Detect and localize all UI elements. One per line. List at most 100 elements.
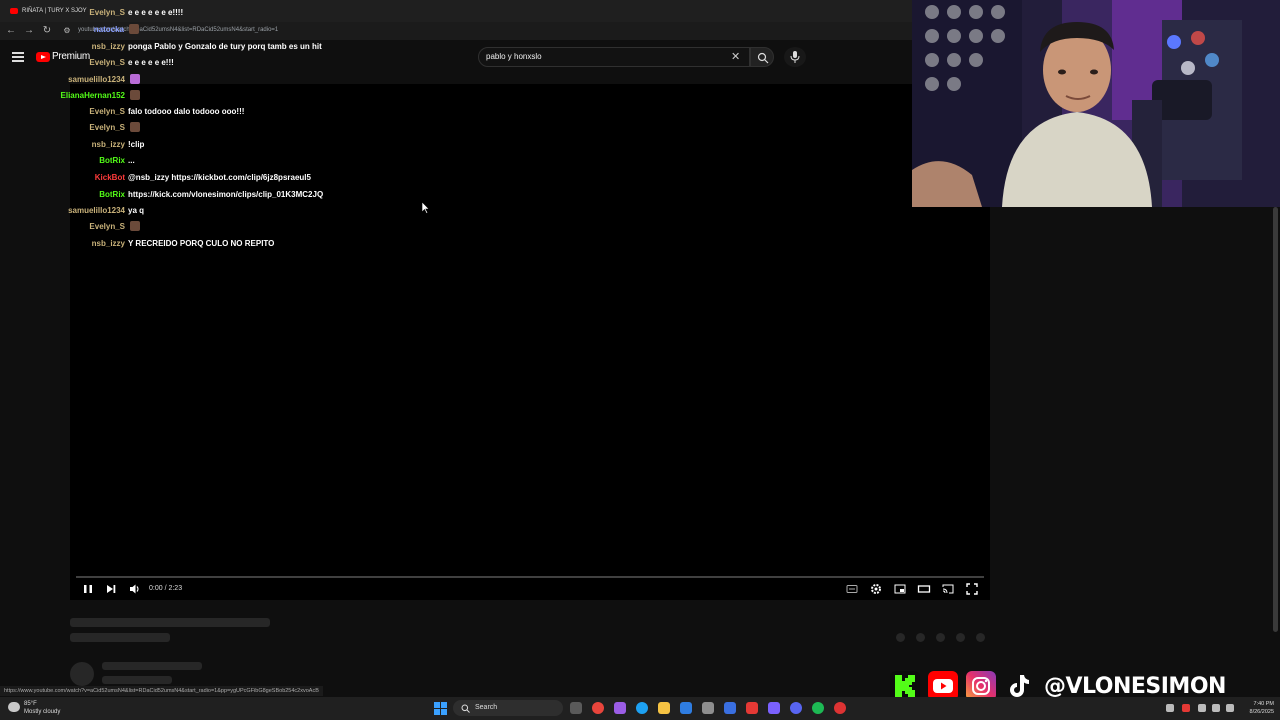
chat-message: Evelyn_S e e e e e e e!!!! <box>0 5 420 19</box>
mail-icon[interactable] <box>680 702 692 714</box>
clock-date: 8/26/2025 <box>1249 709 1274 715</box>
chat-message: nsb_izzy ponga Pablo y Gonzalo de tury po… <box>0 39 420 53</box>
chat-username[interactable]: BotRix <box>0 156 125 165</box>
chat-message: Evelyn_S falo todooo dalo todooo ooo!!! <box>0 104 420 118</box>
search-button[interactable] <box>750 47 774 67</box>
chat-message: samuelillo1234 ya q <box>0 203 420 217</box>
chat-text: falo todooo dalo todooo ooo!!! <box>128 106 245 116</box>
channel-avatar-placeholder <box>70 662 94 686</box>
chat-text: !clip <box>128 139 145 149</box>
subtitles-button[interactable] <box>845 582 859 596</box>
tray-app-icon[interactable] <box>1198 704 1206 712</box>
next-button[interactable] <box>104 582 118 596</box>
chat-message: BotRix https://kick.com/vlonesimon/clips/… <box>0 187 420 201</box>
volume-button[interactable] <box>128 582 142 596</box>
pause-icon <box>84 585 92 593</box>
chat-message: nsb_izzy Y RECREIDO PORQ CULO NO REPITO <box>0 236 420 250</box>
skip-next-icon <box>107 585 116 593</box>
spotify-icon[interactable] <box>812 702 824 714</box>
task-view-icon[interactable] <box>570 702 582 714</box>
volume-icon <box>130 584 139 594</box>
taskbar-search-label: Search <box>475 704 498 711</box>
streamer-handle: @VLONESIMON <box>1044 673 1226 699</box>
edge-icon[interactable] <box>636 702 648 714</box>
tray-chevron-icon[interactable] <box>1166 704 1174 712</box>
chat-username[interactable]: Evelyn_S <box>0 123 125 132</box>
chat-username[interactable]: nsb_izzy <box>0 140 125 149</box>
weather-widget[interactable]: 85°F Mostly cloudy <box>24 700 60 716</box>
title-placeholder <box>70 618 270 627</box>
cloud-icon[interactable] <box>8 702 20 712</box>
chat-username[interactable]: natocka <box>0 25 124 34</box>
action-placeholder <box>956 633 965 642</box>
chat-message: Evelyn_S <box>0 219 420 233</box>
microphone-icon <box>790 51 800 63</box>
chat-username[interactable]: nsb_izzy <box>0 239 125 248</box>
taskbar-search[interactable]: Search <box>453 700 563 716</box>
chat-text: https://kick.com/vlonesimon/clips/clip_0… <box>128 189 324 199</box>
app-icon[interactable] <box>724 702 736 714</box>
video-time-display: 0:00 / 2:23 <box>149 585 183 592</box>
fullscreen-button[interactable] <box>965 582 979 596</box>
settings-button[interactable] <box>869 582 883 596</box>
page-scrollbar[interactable] <box>1273 207 1278 632</box>
chat-message: ElianaHernan152 <box>0 88 420 102</box>
chat-username[interactable]: Evelyn_S <box>0 107 125 116</box>
store-icon[interactable] <box>702 702 714 714</box>
windows-start-icon[interactable] <box>434 702 447 715</box>
app-icon[interactable] <box>746 702 758 714</box>
miniplayer-icon <box>894 584 906 594</box>
chat-username[interactable]: KickBot <box>0 173 125 182</box>
discord-icon[interactable] <box>790 702 802 714</box>
chat-username[interactable]: ElianaHernan152 <box>0 91 125 100</box>
app-icon[interactable] <box>834 702 846 714</box>
search-icon <box>461 704 470 713</box>
clear-search-icon[interactable]: ✕ <box>731 50 740 63</box>
chat-username[interactable]: Evelyn_S <box>0 58 125 67</box>
file-explorer-icon[interactable] <box>658 702 670 714</box>
channel-name-placeholder <box>102 662 202 670</box>
chat-text: Y RECREIDO PORQ CULO NO REPITO <box>128 238 275 248</box>
voice-search-button[interactable] <box>784 47 806 67</box>
fullscreen-icon <box>966 583 978 595</box>
chat-emote-icon <box>130 90 140 100</box>
chat-message: nsb_izzy !clip <box>0 137 420 151</box>
gear-icon <box>871 584 881 594</box>
cast-button[interactable] <box>941 582 955 596</box>
subscriber-count-placeholder <box>102 676 172 684</box>
action-placeholder <box>916 633 925 642</box>
chat-text: ya q <box>128 205 145 215</box>
chat-text: e e e e e e e!!!! <box>128 7 184 17</box>
subtitle-placeholder <box>70 633 170 642</box>
theater-mode-icon <box>917 585 931 593</box>
link-preview-status: https://www.youtube.com/watch?v=aCid52um… <box>0 686 323 696</box>
chat-username[interactable]: samuelillo1234 <box>0 206 125 215</box>
chat-emote-icon <box>130 122 140 132</box>
chat-emote-icon <box>130 221 140 231</box>
search-query-text[interactable]: pablo y honxslo <box>486 52 542 61</box>
video-progress-bar[interactable] <box>76 576 984 578</box>
volume-icon[interactable] <box>1226 704 1234 712</box>
tray-app-icon[interactable] <box>1182 704 1190 712</box>
chat-text: @nsb_izzy https://kickbot.com/clip/6jz8p… <box>128 172 311 182</box>
subtitles-icon <box>846 585 858 593</box>
chat-username[interactable]: nsb_izzy <box>0 42 125 51</box>
wifi-icon[interactable] <box>1212 704 1220 712</box>
chat-emote-icon <box>130 74 140 84</box>
chat-message: Evelyn_S e e e e e e!!! <box>0 55 420 69</box>
weather-temp: 85°F <box>24 701 37 707</box>
chat-username[interactable]: samuelillo1234 <box>0 75 125 84</box>
system-clock[interactable]: 7:40 PM 8/26/2025 <box>1240 700 1274 716</box>
chrome-icon[interactable] <box>592 702 604 714</box>
app-icon[interactable] <box>768 702 780 714</box>
action-placeholder <box>896 633 905 642</box>
chat-username[interactable]: Evelyn_S <box>0 8 125 17</box>
pause-button[interactable] <box>81 582 95 596</box>
theater-mode-button[interactable] <box>917 582 931 596</box>
clock-time: 7:40 PM <box>1253 701 1274 707</box>
chat-username[interactable]: Evelyn_S <box>0 222 125 231</box>
copilot-icon[interactable] <box>614 702 626 714</box>
miniplayer-button[interactable] <box>893 582 907 596</box>
chat-username[interactable]: BotRix <box>0 190 125 199</box>
action-placeholder <box>936 633 945 642</box>
